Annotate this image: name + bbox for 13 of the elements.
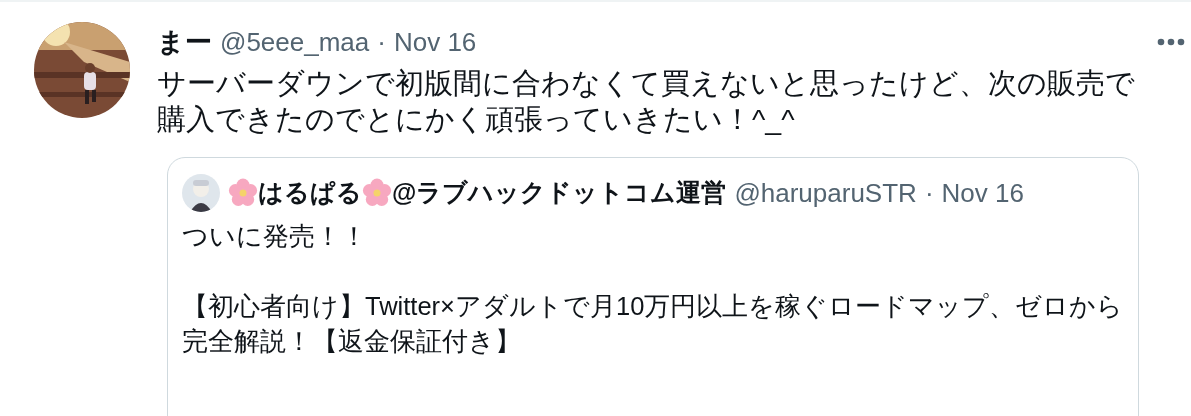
separator-dot: · <box>924 176 934 210</box>
quote-text: 【初心者向け】Twitter×アダルトで月10万円以上を稼ぐロードマップ、ゼロから完全解説！【返金保証付き】 <box>182 290 1124 357</box>
quote-text: ついに発売！！ <box>182 220 368 252</box>
author-name: はるぱる <box>258 177 362 209</box>
user-handle: @5eee_maa <box>220 26 370 59</box>
author-name: まー <box>157 26 212 59</box>
quote-card[interactable]: はるぱる @ラブハックドットコム運営 @haruparuSTR · Nov 16 ついに発売！！ 【初心者向け】Twitter×アダルトで月10万円以上を稼ぐロードマップ、ゼロから完全解説！【返金保証付き】 <box>167 156 1139 416</box>
author-name: @ラブハックドットコム運営 <box>392 177 727 209</box>
separator-dot: · <box>377 26 386 59</box>
tweet-date: Nov 16 <box>393 26 477 59</box>
tweet-date: Nov 16 <box>941 176 1024 210</box>
user-handle: @haruparuSTR <box>734 176 917 210</box>
tweet-text: サーバーダウンで初版間に合わなくて買えないと思ったけど、次の販売で購入できたのでとにかく頑張っていきたい！^_^ <box>157 65 1136 137</box>
